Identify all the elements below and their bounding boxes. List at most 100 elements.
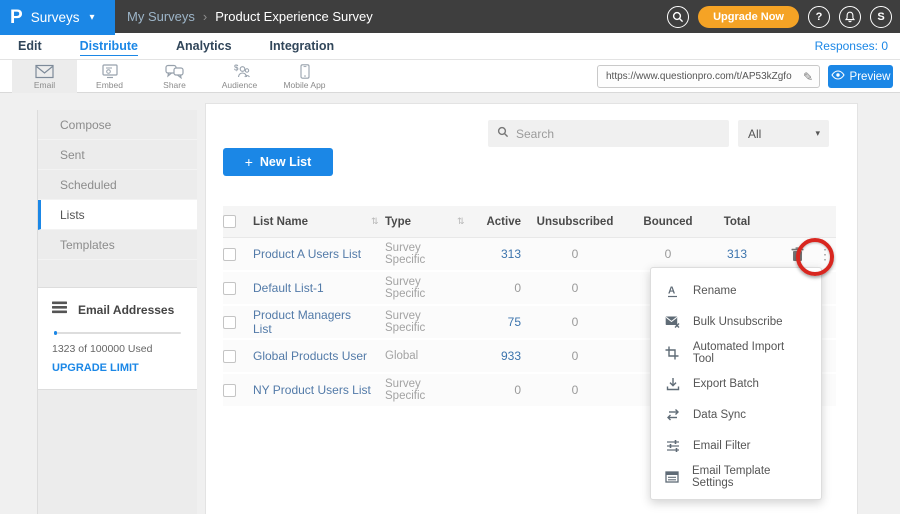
sidebar-item-lists[interactable]: Lists: [38, 200, 197, 230]
total-count[interactable]: 313: [707, 247, 767, 261]
row-checkbox[interactable]: [223, 350, 236, 363]
table-header-row: List Name ⇅ Type ⇅ Active Unsubscribed B…: [223, 206, 836, 238]
chevron-down-icon: ▾: [815, 128, 820, 139]
sidebar-item-templates[interactable]: Templates: [38, 230, 197, 260]
avatar[interactable]: S: [870, 6, 892, 28]
mobile-app-icon: [300, 64, 310, 79]
preview-button[interactable]: Preview: [828, 65, 893, 88]
sidebar-spacer: [38, 260, 197, 287]
email-filter-icon: [665, 439, 680, 453]
menu-item-bulk-unsubscribe[interactable]: Bulk Unsubscribe: [651, 306, 821, 337]
active-count[interactable]: 313: [471, 247, 521, 261]
responses-count[interactable]: Responses: 0: [815, 39, 888, 53]
header-type: Type: [385, 216, 457, 228]
tab-integration[interactable]: Integration: [270, 37, 335, 55]
delete-trash-icon[interactable]: [791, 247, 804, 262]
toolbar-label: Audience: [222, 80, 257, 90]
toolbar-label: Share: [163, 80, 186, 90]
list-name-link[interactable]: Global Products User: [253, 349, 371, 363]
list-type: Survey Specific: [385, 378, 457, 402]
list-type: Survey Specific: [385, 242, 457, 266]
header-unsubscribed: Unsubscribed: [521, 216, 629, 228]
audience-icon: $: [230, 64, 250, 79]
list-name-link[interactable]: Default List-1: [253, 281, 371, 295]
row-menu-dots-icon[interactable]: ⋮: [818, 247, 826, 261]
eye-icon: [831, 70, 845, 83]
filter-selected-value: All: [748, 127, 761, 141]
rename-icon: A: [665, 284, 680, 298]
sidebar-item-compose[interactable]: Compose: [38, 110, 197, 140]
survey-url-field[interactable]: https://www.questionpro.com/t/AP53kZgfo …: [597, 65, 820, 88]
export-batch-icon: [665, 377, 680, 391]
search-placeholder: Search: [516, 127, 554, 141]
row-checkbox[interactable]: [223, 282, 236, 295]
email-sidebar: Compose Sent Scheduled Lists Templates E…: [37, 110, 197, 514]
row-checkbox[interactable]: [223, 384, 236, 397]
menu-item-email-filter[interactable]: Email Filter: [651, 430, 821, 461]
row-checkbox[interactable]: [223, 248, 236, 261]
tab-edit[interactable]: Edit: [18, 37, 42, 55]
row-checkbox[interactable]: [223, 316, 236, 329]
notifications-bell-icon[interactable]: [839, 6, 861, 28]
toolbar-item-embed[interactable]: Embed: [77, 60, 142, 93]
menu-item-data-sync[interactable]: Data Sync: [651, 399, 821, 430]
email-icon: [35, 64, 54, 79]
page-title: Product Experience Survey: [215, 9, 373, 24]
menu-item-rename[interactable]: A Rename: [651, 275, 821, 306]
unsubscribed-count: 0: [521, 247, 629, 261]
sort-icon[interactable]: ⇅: [371, 216, 385, 227]
embed-icon: [101, 64, 119, 79]
header-total: Total: [707, 216, 767, 228]
search-icon[interactable]: [667, 6, 689, 28]
active-count[interactable]: 933: [471, 349, 521, 363]
email-template-icon: [665, 471, 679, 483]
toolbar-label: Embed: [96, 80, 123, 90]
active-count[interactable]: 0: [471, 281, 521, 295]
upgrade-now-button[interactable]: Upgrade Now: [698, 6, 799, 28]
bulk-unsubscribe-icon: [665, 315, 680, 328]
menu-item-automated-import[interactable]: Automated Import Tool: [651, 337, 821, 368]
toolbar-item-mobile-app[interactable]: Mobile App: [272, 60, 337, 93]
header-list-name: List Name: [253, 216, 371, 228]
unsubscribed-count: 0: [521, 349, 629, 363]
unsubscribed-count: 0: [521, 281, 629, 295]
product-switcher[interactable]: P Surveys ▾: [0, 0, 115, 35]
unsubscribed-count: 0: [521, 315, 629, 329]
list-type: Survey Specific: [385, 310, 457, 334]
help-button[interactable]: ?: [808, 6, 830, 28]
bounced-count: 0: [629, 247, 707, 261]
toolbar-item-share[interactable]: Share: [142, 60, 207, 93]
list-filter-dropdown[interactable]: All ▾: [738, 120, 829, 147]
menu-item-email-template-settings[interactable]: Email Template Settings: [651, 461, 821, 492]
new-list-button[interactable]: + New List: [223, 148, 333, 176]
list-name-link[interactable]: Product A Users List: [253, 247, 371, 261]
survey-url: https://www.questionpro.com/t/AP53kZgfo: [606, 71, 799, 82]
plus-icon: +: [245, 154, 253, 170]
active-count[interactable]: 0: [471, 383, 521, 397]
list-name-link[interactable]: Product Managers List: [253, 308, 371, 336]
select-all-checkbox[interactable]: [223, 215, 236, 228]
product-menu-label: Surveys: [31, 10, 80, 25]
sort-icon[interactable]: ⇅: [457, 216, 471, 227]
email-addresses-title: Email Addresses: [78, 303, 174, 317]
list-type: Survey Specific: [385, 276, 457, 300]
list-search-input[interactable]: Search: [488, 120, 729, 147]
sidebar-item-scheduled[interactable]: Scheduled: [38, 170, 197, 200]
list-name-link[interactable]: NY Product Users List: [253, 383, 371, 397]
breadcrumb-parent[interactable]: My Surveys: [127, 9, 195, 24]
list-type: Global: [385, 350, 457, 362]
menu-item-export-batch[interactable]: Export Batch: [651, 368, 821, 399]
preview-label: Preview: [850, 71, 891, 83]
active-count[interactable]: 75: [471, 315, 521, 329]
toolbar-item-audience[interactable]: $ Audience: [207, 60, 272, 93]
search-icon: [497, 125, 509, 143]
edit-url-pencil-icon[interactable]: ✎: [803, 70, 813, 84]
tab-analytics[interactable]: Analytics: [176, 37, 232, 55]
sidebar-item-sent[interactable]: Sent: [38, 140, 197, 170]
automated-import-icon: [665, 346, 680, 360]
tab-distribute[interactable]: Distribute: [80, 37, 138, 56]
data-sync-icon: [665, 408, 680, 421]
toolbar-item-email[interactable]: Email: [12, 60, 77, 93]
questionpro-logo: P: [10, 8, 23, 27]
upgrade-limit-link[interactable]: UPGRADE LIMIT: [52, 362, 183, 374]
